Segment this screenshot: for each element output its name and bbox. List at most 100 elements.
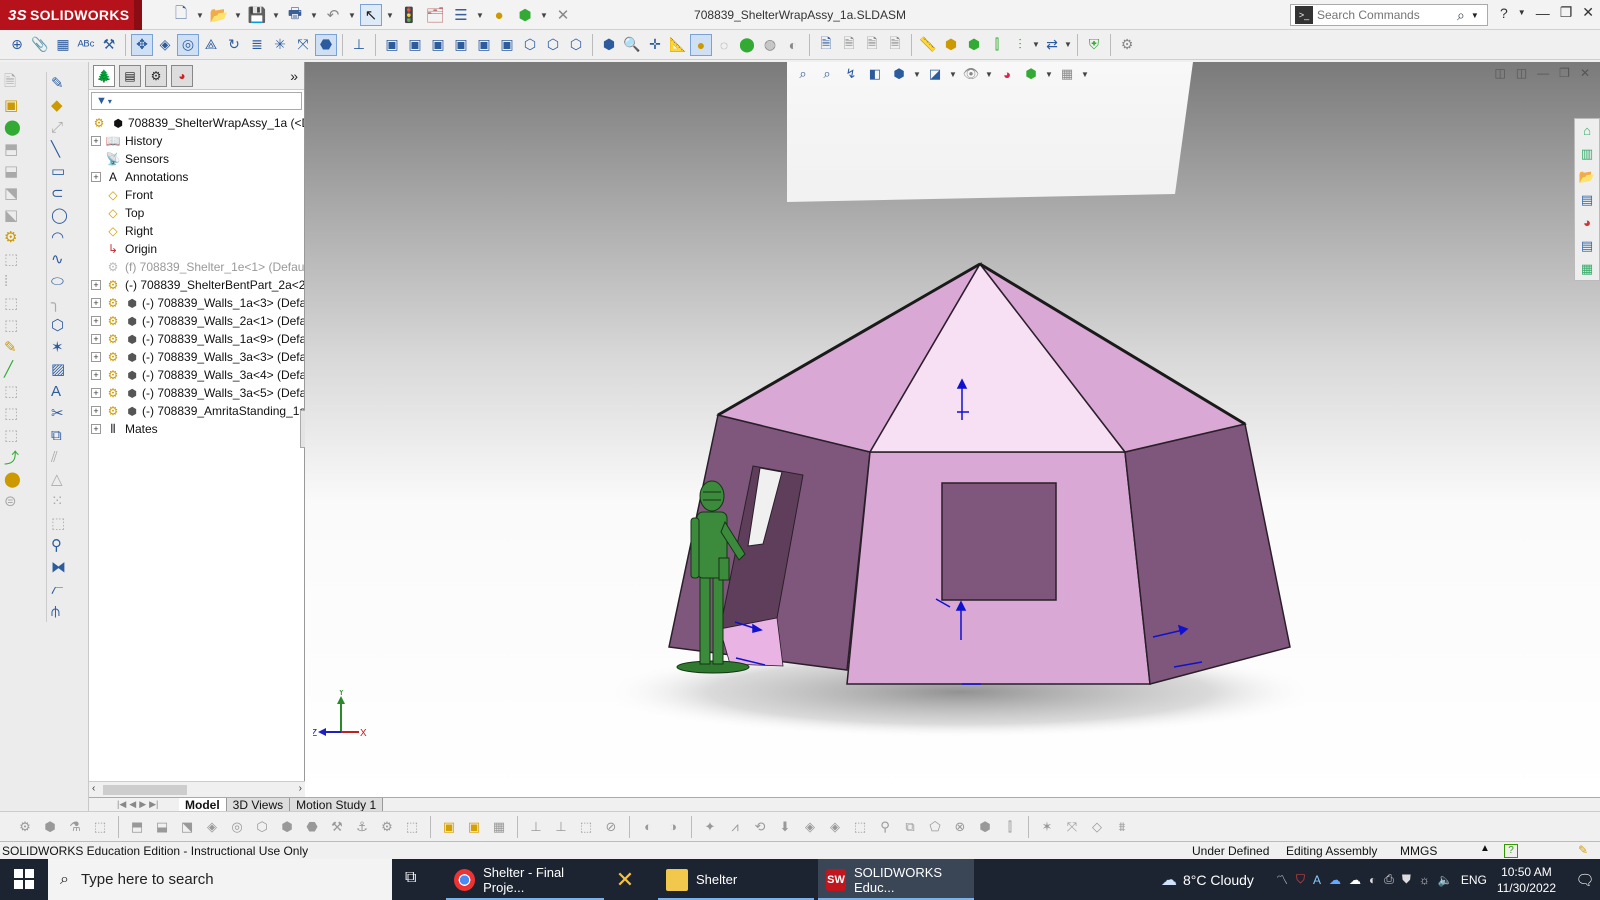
stocks-icon[interactable]: 〽 — [1276, 871, 1288, 888]
hide-show-dropdown-icon[interactable]: ▼ — [985, 70, 993, 79]
relations-icon[interactable]: ⚲ — [51, 534, 77, 556]
plane-sketch-icon[interactable]: ▨ — [51, 358, 77, 380]
taskbar-app-excel[interactable]: ✕ — [606, 859, 654, 900]
pattern-icon[interactable]: ⁙ — [51, 490, 77, 512]
tree-item[interactable]: ⚙ (f) 708839_Shelter_1e<1> (Default — [91, 258, 304, 276]
gray-tool-6-icon[interactable]: ⬚ — [4, 402, 30, 424]
lower-tool-26-icon[interactable]: ✦ — [699, 816, 721, 838]
undo-icon[interactable]: ↶ — [322, 4, 344, 26]
top-view-icon[interactable]: ▣ — [473, 34, 495, 56]
point-icon[interactable]: ✶ — [51, 336, 77, 358]
last-tab-icon[interactable]: ▶| — [149, 799, 158, 810]
lower-tool-14-icon[interactable]: ⚓ — [351, 816, 373, 838]
apply-scene-icon[interactable]: ⬢ — [1021, 64, 1041, 84]
scroll-thumb[interactable] — [103, 785, 187, 795]
ellipse-icon[interactable]: ⬭ — [51, 270, 77, 292]
lower-tool-28-icon[interactable]: ⟲ — [749, 816, 771, 838]
lower-tool-15-icon[interactable]: ⚙ — [376, 816, 398, 838]
tree-filter-box[interactable]: ▼ ▾ — [91, 92, 302, 110]
linear-pattern-icon[interactable]: ▦ — [52, 34, 74, 56]
smart-dimension-icon[interactable]: ✎ — [4, 336, 30, 358]
rebuild-icon[interactable]: 🚦 — [398, 4, 420, 26]
hide-show-items-icon[interactable]: 👁 — [961, 64, 981, 84]
file-explorer-icon[interactable]: 📂 — [1575, 165, 1599, 188]
left-view-icon[interactable]: ▣ — [427, 34, 449, 56]
make-drawing-icon[interactable]: 🗎 — [838, 34, 860, 56]
expand-toggle-icon[interactable]: + — [91, 388, 101, 398]
line-icon[interactable]: ╲ — [51, 138, 77, 160]
lower-tool-12-icon[interactable]: ⬣ — [301, 816, 323, 838]
expand-toggle-icon[interactable]: + — [91, 136, 101, 146]
polygon-icon[interactable]: ⬡ — [51, 314, 77, 336]
language-indicator[interactable]: ENG — [1461, 873, 1487, 887]
check-interference-icon[interactable]: ⛨ — [1083, 34, 1105, 56]
lower-tool-18-icon[interactable]: ▣ — [463, 816, 485, 838]
display-manager-tab-icon[interactable]: ◕ — [171, 64, 193, 87]
open-dropdown-icon[interactable]: ▼ — [234, 11, 242, 20]
expand-toggle-icon[interactable]: + — [91, 316, 101, 326]
align-icon[interactable]: ⫿ — [986, 34, 1008, 56]
security-icon[interactable]: ⛉ — [1296, 872, 1305, 887]
split-icon[interactable]: ◫ — [1516, 66, 1527, 80]
mate-icon[interactable]: 📎 — [29, 34, 51, 56]
lower-tool-36-icon[interactable]: ⊗ — [949, 816, 971, 838]
lower-tool-25-icon[interactable]: ◑ — [662, 816, 684, 838]
lower-tool-10-icon[interactable]: ⬡ — [251, 816, 273, 838]
lower-tool-39-icon[interactable]: ✶ — [1036, 816, 1058, 838]
lower-tool-17-icon[interactable]: ▣ — [438, 816, 460, 838]
expand-toggle-icon[interactable]: + — [91, 298, 101, 308]
lower-tool-40-icon[interactable]: ⤧ — [1061, 816, 1083, 838]
instant3d-active-icon[interactable]: ⬣ — [315, 33, 337, 56]
defender-icon[interactable]: ⛊ — [1402, 872, 1411, 887]
design-library-icon[interactable]: ▥ — [1575, 142, 1599, 165]
sketch-icon[interactable]: ✎ — [51, 72, 77, 94]
zoom-to-area-icon[interactable]: ⌕ — [817, 64, 837, 84]
tree-item[interactable]: + ⚙ ⬢ (-) 708839_Walls_3a<4> (Defa — [91, 366, 304, 384]
search-icon[interactable]: ⌕ — [1457, 7, 1465, 24]
search-commands-input[interactable] — [1317, 8, 1457, 22]
lower-tool-9-icon[interactable]: ◎ — [226, 816, 248, 838]
tile-icon[interactable]: ◫ — [1494, 66, 1505, 80]
expand-toggle-icon[interactable]: + — [91, 352, 101, 362]
feature-tree-tab-icon[interactable]: 🌲 — [93, 64, 115, 87]
arc-icon[interactable]: ◠ — [51, 226, 77, 248]
tree-item[interactable]: + ⚙ ⬢ (-) 708839_AmritaStanding_1a — [91, 402, 304, 420]
tree-item[interactable]: + 📖 History — [91, 132, 304, 150]
bottom-view-icon[interactable]: ▣ — [496, 34, 518, 56]
trimetric-view-icon[interactable]: ⬡ — [542, 34, 564, 56]
tree-item[interactable]: ◇ Right — [91, 222, 304, 240]
units-status[interactable]: MMGS — [1400, 844, 1437, 858]
right-view-icon[interactable]: ▣ — [450, 34, 472, 56]
taskbar-search-box[interactable]: ⌕ Type here to search — [48, 859, 392, 900]
front-view-icon[interactable]: ▣ — [381, 34, 403, 56]
expand-toggle-icon[interactable]: + — [91, 334, 101, 344]
lower-tool-20-icon[interactable]: ⊥ — [525, 816, 547, 838]
gray-tool-3-icon[interactable]: ⬚ — [4, 292, 30, 314]
ruler-icon[interactable]: 📏 — [917, 34, 939, 56]
quick-snaps-icon[interactable]: ⦧ — [51, 578, 77, 600]
graphics-area[interactable]: ⌕ ⌕ ↯ ◧ ⬢ ▼ ◪ ▼ 👁 ▼ ◕ ⬢ ▼ ▦ ▼ ◫ ◫ — ❐ ✕ … — [305, 62, 1600, 797]
close-document-icon[interactable]: ✕ — [552, 4, 574, 26]
insert-components-icon[interactable]: ⊕ — [6, 34, 28, 56]
configuration-manager-tab-icon[interactable]: ⚙ — [145, 64, 167, 87]
gray-tool-5-icon[interactable]: ⬚ — [4, 380, 30, 402]
lower-tool-1-icon[interactable]: ⚙ — [14, 816, 36, 838]
move-entities-icon[interactable]: ⬚ — [51, 512, 77, 534]
volume-icon[interactable]: 🔈 — [1438, 873, 1453, 887]
expand-toggle-icon[interactable]: + — [91, 172, 101, 182]
network-icon[interactable]: ☼ — [1419, 873, 1430, 887]
scroll-right-icon[interactable]: › — [299, 783, 302, 794]
toolbox-icon[interactable]: ⚙ — [4, 226, 30, 248]
vp-restore-icon[interactable]: ❐ — [1559, 66, 1570, 80]
help-icon[interactable]: ? — [1500, 5, 1508, 21]
forum-icon[interactable]: ▦ — [1575, 257, 1599, 280]
windows-start-icon[interactable] — [14, 869, 34, 889]
move-component-icon[interactable]: ✥ — [131, 33, 153, 56]
taskbar-app-folder[interactable]: Shelter — [658, 859, 814, 900]
xpert-dropdown-icon[interactable]: ▼ — [1064, 40, 1072, 49]
open-folder-icon[interactable]: 📂 — [208, 4, 230, 26]
search-commands-box[interactable]: >_ ⌕ ▼ — [1290, 4, 1488, 26]
gray-tool-8-icon[interactable]: ⊜ — [4, 490, 30, 512]
convert-icon[interactable]: ⧉ — [51, 424, 77, 446]
trim-icon[interactable]: ╱ — [4, 358, 30, 380]
